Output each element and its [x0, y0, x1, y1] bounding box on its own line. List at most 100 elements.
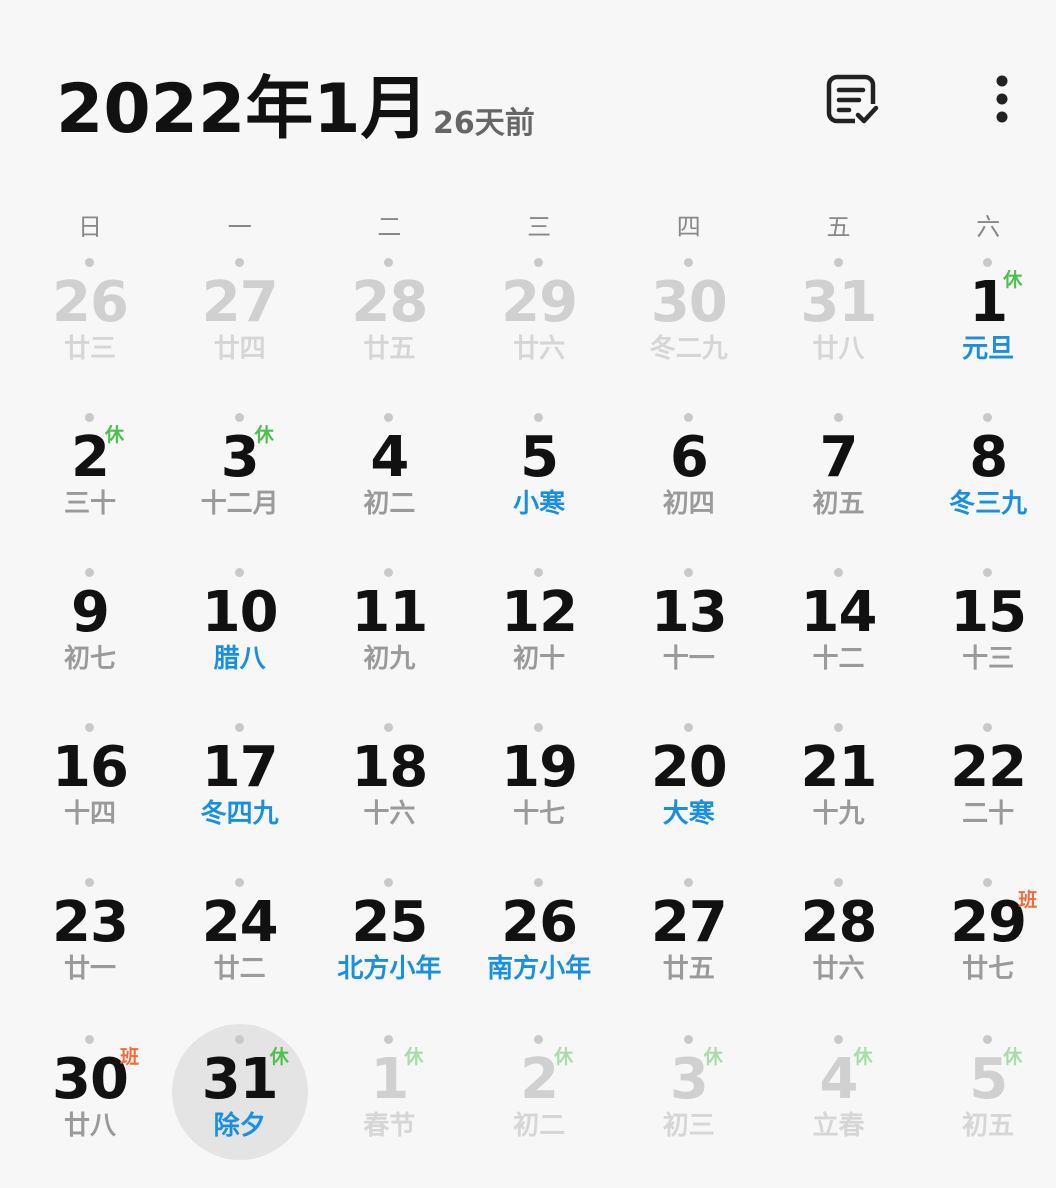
notes-button[interactable]: [820, 68, 884, 132]
day-cell[interactable]: 1 元旦 休: [913, 255, 1056, 395]
day-cell[interactable]: 6 初四: [614, 410, 764, 550]
day-dot-indicator: [534, 1035, 544, 1044]
day-dot-indicator: [534, 568, 544, 577]
day-cell[interactable]: 4 初二: [314, 410, 464, 550]
lunar-date-label: 廿七: [962, 954, 1015, 984]
day-dot-indicator: [683, 413, 693, 422]
day-cell[interactable]: 2 三十 休: [15, 410, 165, 550]
day-dot-indicator: [833, 258, 843, 267]
day-dot-indicator: [534, 258, 544, 267]
day-cell[interactable]: 19 十七: [464, 720, 614, 860]
weekday-label: 一: [227, 213, 252, 241]
lunar-date-label: 十二月: [200, 489, 279, 519]
lunar-date-label: 春节: [363, 1111, 416, 1141]
day-number: 30: [650, 270, 728, 335]
lunar-date-label: 初三: [662, 1111, 715, 1141]
day-cell[interactable]: 11 初九: [314, 565, 464, 705]
day-cell[interactable]: 26 南方小年: [464, 875, 614, 1015]
lunar-date-label: 十七: [513, 799, 566, 829]
day-dot-indicator: [384, 258, 394, 267]
day-number: 25: [351, 890, 428, 955]
festival-label: 冬三九: [949, 489, 1028, 519]
day-number: 14: [800, 580, 878, 645]
day-cell[interactable]: 20 大寒: [614, 720, 764, 860]
day-cell[interactable]: 4 立春 休: [764, 1032, 914, 1172]
day-cell[interactable]: 13 十一: [614, 565, 764, 705]
day-cell[interactable]: 5 初五 休: [913, 1032, 1056, 1172]
holiday-rest-badge: 休: [853, 1046, 873, 1068]
day-cell[interactable]: 21 十九: [764, 720, 914, 860]
day-number: 5: [969, 1047, 1008, 1112]
day-number: 29: [501, 270, 578, 335]
day-number: 6: [669, 425, 709, 490]
lunar-date-label: 廿一: [63, 954, 116, 984]
day-dot-indicator: [234, 723, 244, 732]
day-cell[interactable]: 22 二十: [913, 720, 1056, 860]
day-cell[interactable]: 27 廿五: [614, 875, 764, 1015]
day-number: 28: [351, 270, 428, 335]
day-dot-indicator: [683, 258, 693, 267]
day-dot-indicator: [85, 258, 94, 267]
lunar-date-label: 初五: [812, 489, 865, 519]
lunar-date-label: 三十: [63, 489, 116, 519]
day-cell[interactable]: 24 廿二: [165, 875, 315, 1015]
day-cell[interactable]: 2 初二 休: [464, 1032, 614, 1172]
month-title[interactable]: 2022年1月: [56, 70, 429, 150]
lunar-date-label: 廿六: [812, 954, 865, 984]
holiday-rest-badge: 休: [105, 424, 125, 446]
day-cell[interactable]: 17 冬四九: [165, 720, 315, 860]
lunar-date-label: 廿六: [513, 334, 566, 364]
holiday-rest-badge: 休: [554, 1046, 574, 1068]
day-cell[interactable]: 3 初三 休: [614, 1032, 764, 1172]
day-cell[interactable]: 29 廿七班: [913, 875, 1056, 1015]
lunar-date-label: 廿二: [213, 954, 266, 984]
more-vertical-icon: [996, 75, 1008, 123]
day-cell[interactable]: 15 十三: [913, 565, 1056, 705]
festival-label: 小寒: [513, 489, 566, 519]
lunar-date-label: 十六: [363, 799, 416, 829]
day-cell[interactable]: 23 廿一: [15, 875, 165, 1015]
festival-label: 腊八: [213, 644, 266, 674]
day-number: 12: [501, 580, 578, 645]
day-dot-indicator: [833, 413, 843, 422]
day-number: 5: [520, 425, 559, 490]
day-cell[interactable]: 5 小寒: [464, 410, 614, 550]
day-cell-selected[interactable]: 31 除夕 休: [165, 1032, 315, 1172]
day-number: 20: [650, 735, 728, 800]
holiday-rest-badge: 休: [1003, 1046, 1023, 1068]
day-cell[interactable]: 29 廿六: [464, 255, 614, 395]
day-cell[interactable]: 28 廿六: [764, 875, 914, 1015]
lunar-date-label: 初十: [513, 644, 566, 674]
day-cell[interactable]: 26 廿三: [15, 255, 165, 395]
day-cell[interactable]: 30 冬二九: [614, 255, 764, 395]
day-dot-indicator: [983, 413, 993, 422]
more-options-button[interactable]: [970, 68, 1034, 132]
day-cell[interactable]: 3 十二月 休: [165, 410, 315, 550]
day-dot-indicator: [85, 413, 94, 422]
day-cell[interactable]: 9 初七: [15, 565, 165, 705]
festival-label: 大寒: [662, 799, 715, 829]
day-cell[interactable]: 28 廿五: [314, 255, 464, 395]
day-number: 23: [52, 890, 129, 955]
day-cell[interactable]: 31 廿八: [764, 255, 914, 395]
day-number: 26: [52, 270, 129, 335]
day-cell[interactable]: 16 十四: [15, 720, 165, 860]
day-dot-indicator: [983, 568, 993, 577]
day-number: 24: [201, 890, 279, 955]
day-cell[interactable]: 18 十六: [314, 720, 464, 860]
weekday-label: 五: [826, 213, 851, 241]
day-number: 22: [950, 735, 1027, 800]
weekday-label: 三: [527, 213, 552, 241]
day-cell[interactable]: 25 北方小年: [314, 875, 464, 1015]
day-cell[interactable]: 30 廿八 班: [15, 1032, 165, 1172]
day-cell[interactable]: 8 冬三九: [913, 410, 1056, 550]
day-number: 4: [370, 425, 409, 490]
day-cell[interactable]: 12 初十: [464, 565, 614, 705]
day-cell[interactable]: 7 初五: [764, 410, 914, 550]
day-cell[interactable]: 10 腊八: [165, 565, 315, 705]
day-cell[interactable]: 1 春节 休: [314, 1032, 464, 1172]
day-dot-indicator: [534, 723, 544, 732]
day-cell[interactable]: 14 十二: [764, 565, 914, 705]
lunar-date-label: 初五: [962, 1111, 1015, 1141]
day-cell[interactable]: 27 廿四: [165, 255, 315, 395]
